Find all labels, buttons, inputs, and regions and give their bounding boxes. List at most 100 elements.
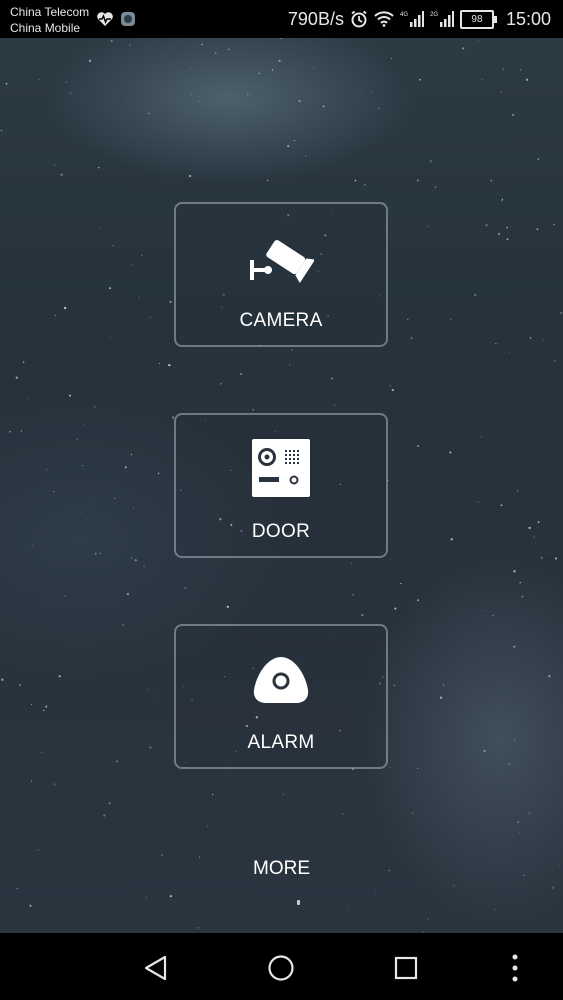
star <box>146 896 148 899</box>
star <box>500 91 502 93</box>
star <box>394 607 397 610</box>
alarm-tile[interactable]: ALARM <box>174 624 388 769</box>
door-label: DOOR <box>251 521 311 542</box>
star <box>266 179 269 182</box>
alarm-label: ALARM <box>247 732 315 753</box>
star <box>537 158 540 160</box>
star <box>485 224 488 227</box>
door-tile[interactable]: DOOR <box>174 413 388 558</box>
star <box>289 363 291 366</box>
star <box>434 186 437 189</box>
star <box>554 302 556 304</box>
status-bar: China Telecom China Mobile 790B/s 4G 2G … <box>0 0 563 38</box>
star <box>157 472 160 474</box>
star <box>428 226 429 228</box>
star <box>0 129 3 132</box>
app-icon <box>120 11 136 32</box>
home-circle-icon[interactable] <box>264 951 298 985</box>
star <box>407 318 409 321</box>
star <box>453 884 455 887</box>
overflow-menu-icon[interactable] <box>498 951 532 985</box>
star <box>551 886 555 889</box>
wifi-icon <box>374 11 394 27</box>
star <box>542 339 544 341</box>
star <box>389 766 391 768</box>
star <box>169 895 172 898</box>
star <box>513 645 516 648</box>
star <box>148 112 150 115</box>
star <box>38 79 40 81</box>
star <box>132 264 134 265</box>
star <box>560 312 562 314</box>
star <box>197 927 200 929</box>
star <box>247 94 249 96</box>
star <box>53 164 56 166</box>
star <box>500 504 503 507</box>
star <box>16 888 18 890</box>
star <box>298 100 301 103</box>
star <box>40 751 43 754</box>
star <box>322 105 325 108</box>
star <box>97 166 100 169</box>
star <box>81 512 83 513</box>
star <box>378 107 380 110</box>
star <box>184 586 187 589</box>
star <box>129 44 131 46</box>
camera-label: CAMERA <box>239 310 323 331</box>
star <box>54 314 57 317</box>
star <box>492 363 493 365</box>
star <box>130 557 133 559</box>
star <box>501 198 504 201</box>
star <box>133 507 134 508</box>
star <box>94 552 97 555</box>
star <box>548 675 551 678</box>
star <box>360 95 361 96</box>
star <box>508 763 510 765</box>
recents-square-icon[interactable] <box>389 951 423 985</box>
star <box>512 114 514 116</box>
star <box>536 228 539 231</box>
star <box>521 595 524 598</box>
more-button[interactable]: MORE <box>0 858 563 880</box>
camera-tile[interactable]: CAMERA <box>174 202 388 347</box>
star <box>109 287 111 290</box>
star <box>416 179 419 182</box>
star <box>412 812 414 814</box>
star <box>158 363 161 365</box>
star <box>389 384 391 387</box>
back-triangle-icon[interactable] <box>139 951 173 985</box>
star <box>30 704 32 705</box>
star <box>108 802 111 805</box>
star <box>53 783 56 786</box>
star <box>185 348 187 350</box>
star <box>31 780 33 782</box>
star <box>65 81 67 83</box>
star <box>506 238 509 241</box>
star <box>537 521 540 523</box>
star <box>149 316 151 318</box>
star <box>477 501 480 503</box>
star <box>449 451 452 454</box>
star <box>391 389 394 392</box>
star <box>215 52 217 54</box>
star <box>116 760 118 763</box>
star <box>533 536 535 538</box>
star <box>98 227 100 229</box>
star <box>5 82 8 85</box>
star <box>239 372 243 376</box>
star <box>82 464 84 467</box>
star <box>124 466 127 469</box>
star <box>143 565 145 567</box>
door-intercom-icon <box>252 439 310 502</box>
star <box>93 405 96 408</box>
clock-time: 15:00 <box>505 8 551 29</box>
star <box>514 738 516 741</box>
star <box>111 40 113 42</box>
star <box>352 594 354 596</box>
star <box>15 376 18 379</box>
star <box>58 675 61 678</box>
star <box>506 226 508 229</box>
star <box>226 605 229 608</box>
star <box>390 559 392 561</box>
star <box>496 342 498 344</box>
